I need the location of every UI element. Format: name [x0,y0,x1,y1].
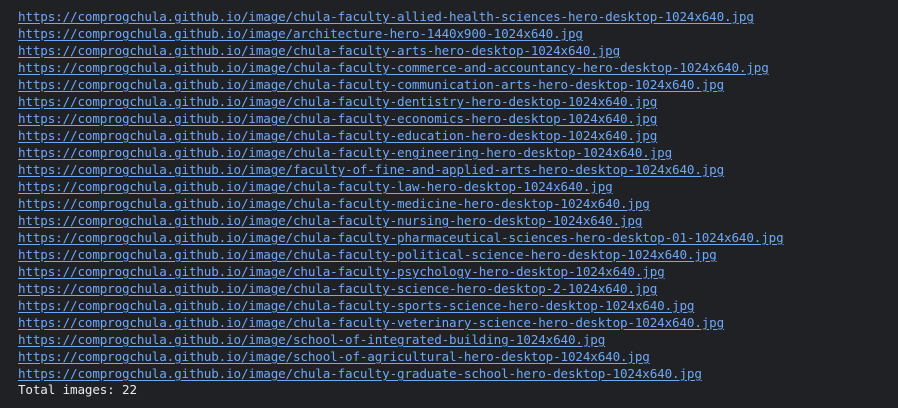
list-item: https://comprogchula.github.io/image/chu… [18,92,898,109]
list-item: https://comprogchula.github.io/image/chu… [18,245,898,262]
list-item: https://comprogchula.github.io/image/chu… [18,177,898,194]
image-link[interactable]: https://comprogchula.github.io/image/chu… [18,366,702,381]
image-link[interactable]: https://comprogchula.github.io/image/chu… [18,196,650,211]
list-item: https://comprogchula.github.io/image/chu… [18,296,898,313]
image-link[interactable]: https://comprogchula.github.io/image/chu… [18,179,613,194]
image-link[interactable]: https://comprogchula.github.io/image/chu… [18,298,694,313]
list-item: https://comprogchula.github.io/image/arc… [18,24,898,41]
image-link[interactable]: https://comprogchula.github.io/image/chu… [18,230,784,245]
list-item: https://comprogchula.github.io/image/sch… [18,330,898,347]
image-link[interactable]: https://comprogchula.github.io/image/chu… [18,77,724,92]
image-link[interactable]: https://comprogchula.github.io/image/chu… [18,247,717,262]
image-link[interactable]: https://comprogchula.github.io/image/chu… [18,281,657,296]
list-item: https://comprogchula.github.io/image/chu… [18,143,898,160]
image-link[interactable]: https://comprogchula.github.io/image/chu… [18,60,769,75]
image-link[interactable]: https://comprogchula.github.io/image/chu… [18,213,642,228]
list-item: https://comprogchula.github.io/image/chu… [18,126,898,143]
image-link[interactable]: https://comprogchula.github.io/image/chu… [18,145,672,160]
image-link[interactable]: https://comprogchula.github.io/image/arc… [18,26,583,41]
list-item: https://comprogchula.github.io/image/chu… [18,7,898,24]
image-link[interactable]: https://comprogchula.github.io/image/chu… [18,264,665,279]
console-output: https://comprogchula.github.io/image/chu… [0,0,898,408]
image-link[interactable]: https://comprogchula.github.io/image/chu… [18,315,724,330]
list-item: https://comprogchula.github.io/image/chu… [18,262,898,279]
list-item: https://comprogchula.github.io/image/chu… [18,211,898,228]
list-item: https://comprogchula.github.io/image/chu… [18,109,898,126]
image-link[interactable]: https://comprogchula.github.io/image/chu… [18,9,754,24]
list-item: https://comprogchula.github.io/image/chu… [18,75,898,92]
image-link[interactable]: https://comprogchula.github.io/image/sch… [18,349,650,364]
list-item: https://comprogchula.github.io/image/chu… [18,313,898,330]
total-images-count: Total images: 22 [18,382,137,397]
image-link[interactable]: https://comprogchula.github.io/image/sch… [18,332,605,347]
list-item: https://comprogchula.github.io/image/chu… [18,194,898,211]
list-item: https://comprogchula.github.io/image/chu… [18,279,898,296]
list-item: https://comprogchula.github.io/image/chu… [18,41,898,58]
image-link[interactable]: https://comprogchula.github.io/image/fac… [18,162,724,177]
list-item: https://comprogchula.github.io/image/chu… [18,58,898,75]
image-link-list: https://comprogchula.github.io/image/chu… [18,7,898,381]
list-item: https://comprogchula.github.io/image/sch… [18,347,898,364]
image-link[interactable]: https://comprogchula.github.io/image/chu… [18,128,657,143]
image-link[interactable]: https://comprogchula.github.io/image/chu… [18,111,657,126]
list-item: https://comprogchula.github.io/image/chu… [18,228,898,245]
list-item: https://comprogchula.github.io/image/fac… [18,160,898,177]
image-link[interactable]: https://comprogchula.github.io/image/chu… [18,94,657,109]
list-item: https://comprogchula.github.io/image/chu… [18,364,898,381]
image-link[interactable]: https://comprogchula.github.io/image/chu… [18,43,620,58]
